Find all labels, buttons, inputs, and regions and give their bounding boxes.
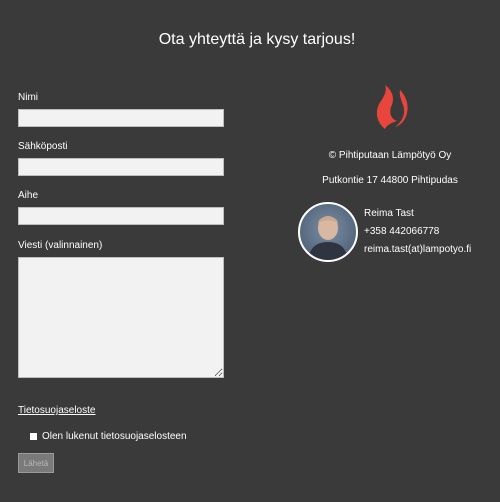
email-field[interactable] <box>18 158 224 176</box>
message-label: Viesti (valinnainen) <box>18 240 103 251</box>
submit-button[interactable]: Lähetä <box>18 453 54 473</box>
company-address: Putkontie 17 44800 Pihtipudas <box>322 175 458 186</box>
consent-label: Olen lukenut tietosuojaselosteen <box>42 430 187 442</box>
flame-icon <box>376 85 408 129</box>
email-label: Sähköposti <box>18 141 68 152</box>
contact-phone: +358 442066778 <box>364 226 440 237</box>
subject-field[interactable] <box>18 207 224 225</box>
name-field[interactable] <box>18 109 224 127</box>
consent-row: Olen lukenut tietosuojaselosteen <box>30 429 228 443</box>
contact-photo <box>308 216 348 260</box>
privacy-policy-link[interactable]: Tietosuojaseloste <box>18 405 95 416</box>
subject-label: Aihe <box>18 190 39 201</box>
page-title: Ota yhteyttä ja kysy tarjous! <box>158 30 356 48</box>
contact-email: reima.tast(at)lampotyo.fi <box>364 244 472 255</box>
consent-checkbox[interactable] <box>30 432 37 440</box>
contact-name: Reima Tast <box>364 208 414 219</box>
company-name: © Pihtiputaan Lämpötyö Oy <box>328 150 452 161</box>
message-field[interactable] <box>18 257 224 378</box>
avatar <box>298 202 358 262</box>
contact-form: Nimi Sähköposti Aihe Viesti (valinnainen… <box>18 92 228 473</box>
name-label: Nimi <box>18 92 38 103</box>
